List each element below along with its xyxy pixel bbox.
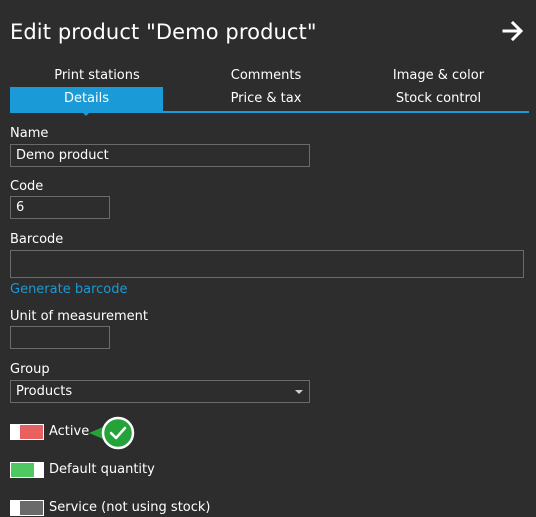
name-label: Name bbox=[10, 126, 49, 141]
service-label: Service (not using stock) bbox=[49, 500, 211, 515]
active-toggle[interactable] bbox=[10, 424, 44, 440]
header: Edit product "Demo product" bbox=[10, 18, 526, 50]
tab-print-stations[interactable]: Print stations bbox=[10, 64, 184, 88]
active-label: Active bbox=[49, 424, 90, 439]
barcode-label: Barcode bbox=[10, 232, 64, 247]
chevron-down-icon bbox=[295, 390, 303, 394]
toggle-knob bbox=[10, 500, 20, 516]
checkmark-icon bbox=[89, 415, 137, 451]
group-select[interactable]: Products bbox=[10, 380, 310, 403]
default-quantity-label: Default quantity bbox=[49, 462, 155, 477]
default-quantity-toggle-row: Default quantity bbox=[10, 461, 310, 479]
arrow-right-icon[interactable] bbox=[502, 20, 524, 42]
code-field[interactable]: 6 bbox=[10, 196, 110, 219]
service-toggle-row: Service (not using stock) bbox=[10, 499, 310, 517]
active-toggle-row: Active bbox=[10, 423, 310, 441]
toggle-knob bbox=[10, 424, 20, 440]
code-label: Code bbox=[10, 179, 44, 194]
default-quantity-toggle[interactable] bbox=[10, 462, 44, 478]
tab-price-tax[interactable]: Price & tax bbox=[184, 87, 348, 111]
active-tab-pointer bbox=[81, 111, 91, 116]
tab-bar: Print stations Comments Image & color De… bbox=[10, 64, 529, 116]
tab-comments[interactable]: Comments bbox=[184, 64, 348, 88]
toggle-knob bbox=[34, 462, 44, 478]
barcode-field[interactable] bbox=[10, 250, 524, 278]
tab-image-color[interactable]: Image & color bbox=[348, 64, 529, 88]
group-select-value: Products bbox=[16, 384, 73, 399]
group-label: Group bbox=[10, 362, 50, 377]
name-field[interactable]: Demo product bbox=[10, 144, 310, 167]
tab-stock-control[interactable]: Stock control bbox=[348, 87, 529, 111]
unit-field[interactable] bbox=[10, 326, 110, 349]
generate-barcode-link[interactable]: Generate barcode bbox=[10, 282, 127, 298]
unit-label: Unit of measurement bbox=[10, 309, 148, 324]
page-title: Edit product "Demo product" bbox=[10, 20, 317, 44]
service-toggle[interactable] bbox=[10, 500, 44, 516]
tab-details[interactable]: Details bbox=[10, 87, 163, 111]
